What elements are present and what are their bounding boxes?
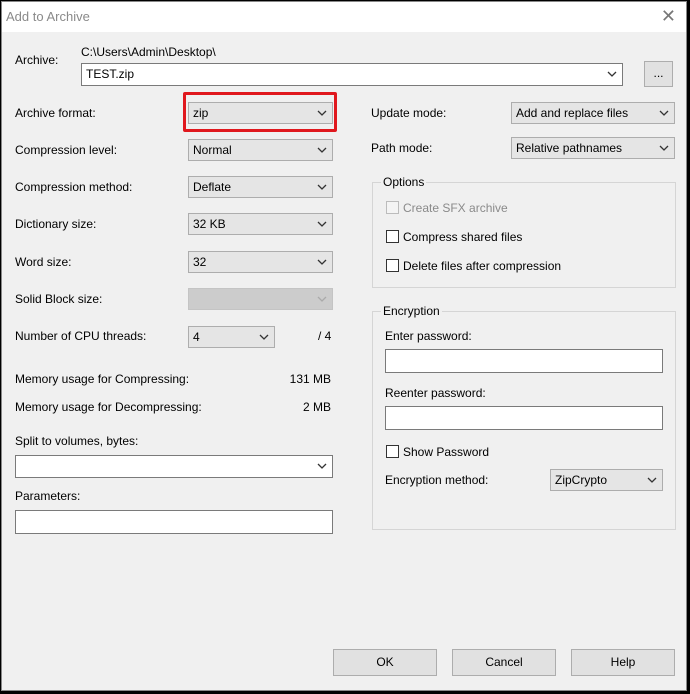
cpu-threads-max: / 4 <box>318 329 332 343</box>
dictionary-size-value: 32 KB <box>193 217 226 231</box>
path-mode-select[interactable]: Relative pathnames <box>511 137 675 159</box>
close-icon[interactable]: ✕ <box>661 6 676 27</box>
archive-label: Archive: <box>15 53 59 67</box>
enter-password-label: Enter password: <box>385 329 472 343</box>
enter-password-input[interactable] <box>385 349 663 373</box>
browse-button[interactable]: ... <box>644 61 673 87</box>
chevron-down-icon <box>317 463 327 469</box>
parameters-label: Parameters: <box>15 489 81 503</box>
chevron-down-icon <box>607 71 617 77</box>
compression-method-select[interactable]: Deflate <box>188 176 333 198</box>
chevron-down-icon <box>317 296 327 302</box>
archive-format-label: Archive format: <box>15 106 96 120</box>
reenter-password-label: Reenter password: <box>385 386 486 400</box>
chevron-down-icon <box>317 147 327 153</box>
reenter-password-input[interactable] <box>385 406 663 430</box>
word-size-select[interactable]: 32 <box>188 251 333 273</box>
highlight-box <box>183 92 337 132</box>
update-mode-label: Update mode: <box>371 106 447 120</box>
split-volumes-combo[interactable] <box>15 455 333 478</box>
add-to-archive-dialog: Add to Archive ✕ Archive: C:\Users\Admin… <box>1 1 687 691</box>
mem-decompress-value: 2 MB <box>302 400 331 414</box>
cancel-button[interactable]: Cancel <box>452 649 556 676</box>
chevron-down-icon <box>317 221 327 227</box>
parameters-input[interactable] <box>15 510 333 534</box>
chevron-down-icon <box>659 110 669 116</box>
show-password-checkbox[interactable] <box>386 445 399 458</box>
compression-level-label: Compression level: <box>15 143 118 157</box>
solid-block-label: Solid Block size: <box>15 292 103 306</box>
split-volumes-label: Split to volumes, bytes: <box>15 434 139 448</box>
compress-shared-label: Compress shared files <box>403 230 523 244</box>
encryption-method-select[interactable]: ZipCrypto <box>550 469 663 491</box>
word-size-value: 32 <box>193 255 207 269</box>
create-sfx-label: Create SFX archive <box>403 201 508 215</box>
compression-level-value: Normal <box>193 143 232 157</box>
compression-method-label: Compression method: <box>15 180 133 194</box>
archive-path: C:\Users\Admin\Desktop\ <box>81 45 216 59</box>
compression-method-value: Deflate <box>193 180 232 194</box>
cpu-threads-select[interactable]: 4 <box>188 326 275 348</box>
help-button[interactable]: Help <box>571 649 675 676</box>
mem-compress-value: 131 MB <box>289 372 331 386</box>
options-title: Options <box>381 175 427 189</box>
mem-compress-label: Memory usage for Compressing: <box>15 372 190 386</box>
dictionary-size-select[interactable]: 32 KB <box>188 213 333 235</box>
compress-shared-checkbox[interactable] <box>386 230 399 243</box>
cpu-threads-value: 4 <box>193 330 200 344</box>
encryption-title: Encryption <box>381 304 442 318</box>
path-mode-label: Path mode: <box>371 141 433 155</box>
encryption-method-label: Encryption method: <box>385 473 489 487</box>
title-bar: Add to Archive ✕ <box>2 2 686 32</box>
dictionary-size-label: Dictionary size: <box>15 217 97 231</box>
delete-after-checkbox[interactable] <box>386 259 399 272</box>
chevron-down-icon <box>317 259 327 265</box>
chevron-down-icon <box>317 184 327 190</box>
chevron-down-icon <box>647 477 657 483</box>
update-mode-select[interactable]: Add and replace files <box>511 102 675 124</box>
window-title: Add to Archive <box>6 9 90 24</box>
mem-decompress-label: Memory usage for Decompressing: <box>15 400 202 414</box>
archive-name-combo[interactable]: TEST.zip <box>81 63 623 86</box>
compression-level-select[interactable]: Normal <box>188 139 333 161</box>
path-mode-value: Relative pathnames <box>516 141 623 155</box>
cpu-threads-label: Number of CPU threads: <box>15 329 147 343</box>
solid-block-select <box>188 288 333 310</box>
chevron-down-icon <box>259 334 269 340</box>
delete-after-label: Delete files after compression <box>403 259 562 273</box>
create-sfx-checkbox <box>386 201 399 214</box>
encryption-method-value: ZipCrypto <box>555 473 608 487</box>
archive-name-value: TEST.zip <box>86 67 135 81</box>
chevron-down-icon <box>659 145 669 151</box>
word-size-label: Word size: <box>15 255 72 269</box>
show-password-label: Show Password <box>403 445 490 459</box>
update-mode-value: Add and replace files <box>516 106 629 120</box>
ok-button[interactable]: OK <box>333 649 437 676</box>
